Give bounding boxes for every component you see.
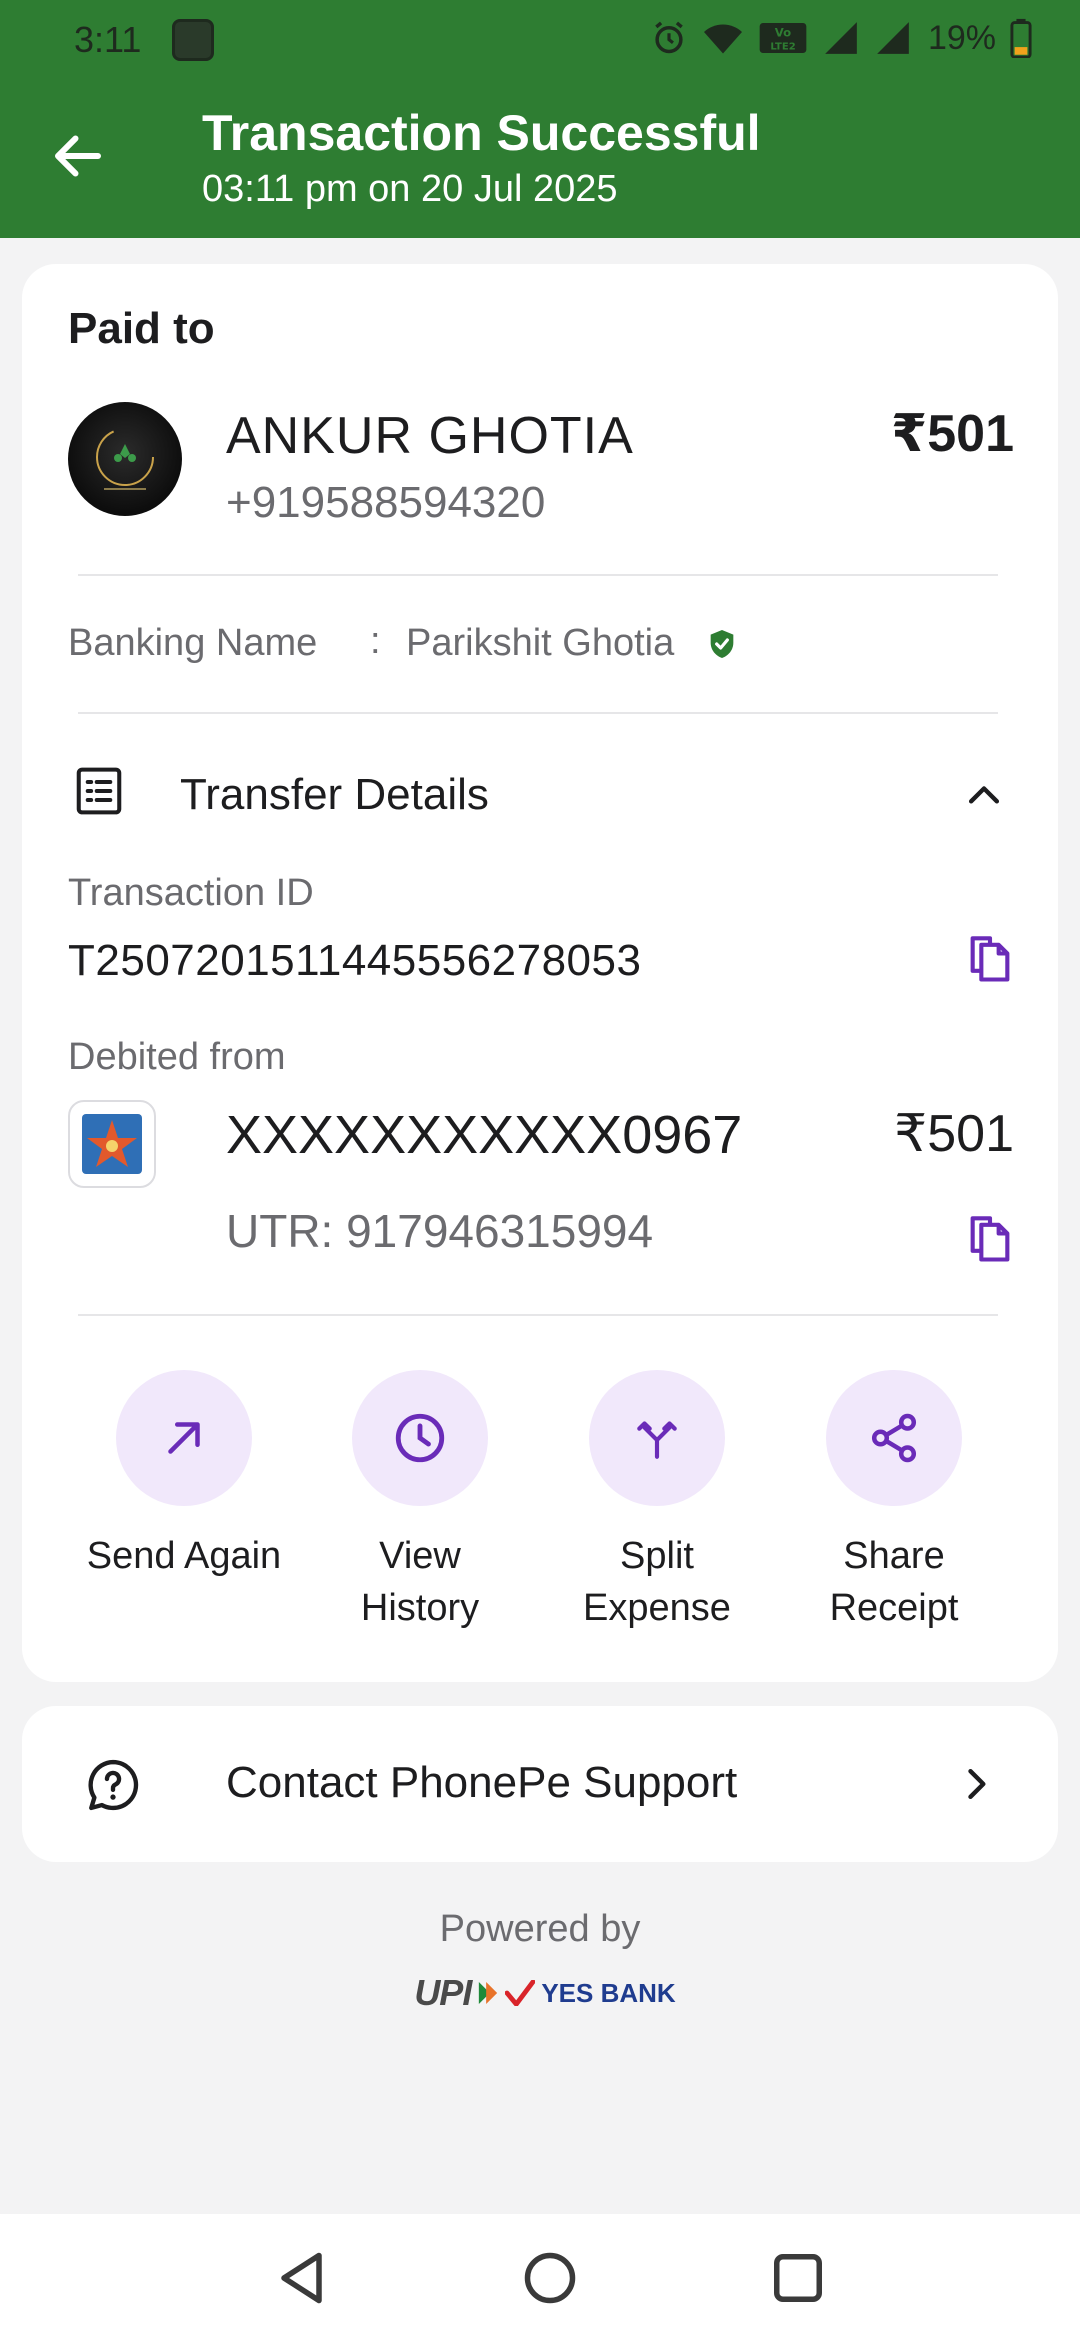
chevron-right-icon (968, 1768, 986, 1800)
view-history-label: View History (360, 1535, 480, 1629)
recents-square-icon[interactable] (768, 2248, 828, 2308)
status-bar: 3:11 Vo LTE2 19% (0, 0, 1080, 80)
paid-to-heading: Paid to (68, 304, 215, 353)
header: 3:11 Vo LTE2 19% Transaction Successful 0… (0, 0, 1080, 238)
clock-icon (395, 1413, 445, 1463)
verified-shield-icon (710, 630, 734, 658)
help-circle-icon (88, 1759, 139, 1811)
transaction-id-value: T2507201511445556278053 (68, 936, 642, 985)
yes-bank-logo: YES BANK (541, 1977, 676, 2008)
send-again-button[interactable]: Send Again (69, 1370, 299, 1582)
debit-amount: ₹501 (894, 1105, 1014, 1163)
share-icon (871, 1413, 917, 1463)
payee-phone: +919588594320 (226, 478, 546, 527)
paid-amount: ₹501 (891, 405, 1014, 463)
partner-logos: UPI YES BANK (410, 1970, 680, 2016)
transfer-details-title[interactable]: Transfer Details (180, 770, 489, 820)
transaction-card: Paid to ANKUR GHOTIA +919588594320 ₹501 … (22, 264, 1058, 1682)
copy-icon[interactable] (964, 1214, 1016, 1266)
contact-support-label: Contact PhonePe Support (226, 1758, 738, 1807)
arrow-up-right-icon (168, 1422, 200, 1454)
banking-name-separator: : (370, 620, 381, 662)
divider (78, 1314, 998, 1316)
wifi-icon (703, 24, 742, 54)
banking-name-value: Parikshit Ghotia (406, 622, 675, 664)
home-circle-icon[interactable] (520, 2248, 580, 2308)
send-again-label: Send Again (86, 1535, 282, 1577)
app-icon (172, 19, 214, 61)
share-receipt-label: Share Receipt (829, 1535, 959, 1629)
copy-icon[interactable] (964, 934, 1016, 986)
signal-icon (877, 22, 909, 54)
page-title: Transaction Successful (202, 105, 761, 161)
banking-name-label: Banking Name (68, 622, 318, 664)
share-receipt-button[interactable]: Share Receipt (779, 1370, 1009, 1634)
svg-text:LTE2: LTE2 (770, 42, 795, 53)
battery-icon (1010, 18, 1032, 58)
back-triangle-icon[interactable] (274, 2248, 334, 2308)
system-navigation-bar (0, 2214, 1080, 2340)
payee-name: ANKUR GHOTIA (226, 407, 634, 465)
bank-logo (68, 1100, 156, 1188)
transaction-id-label: Transaction ID (68, 872, 314, 914)
powered-by-label: Powered by (439, 1908, 641, 1950)
divider (78, 574, 998, 576)
divider (78, 712, 998, 714)
quick-actions: Send Again View History Split Expense Sh… (22, 1370, 1058, 1650)
status-time: 3:11 (74, 19, 142, 60)
transaction-timestamp: 03:11 pm on 20 Jul 2025 (202, 168, 618, 210)
avatar[interactable] (68, 402, 182, 516)
contact-support-button[interactable]: Contact PhonePe Support (22, 1706, 1058, 1862)
signal-icon (825, 22, 857, 54)
split-expense-button[interactable]: Split Expense (542, 1370, 772, 1634)
upi-arrow-icon (479, 1982, 498, 2004)
chevron-up-icon[interactable] (962, 772, 1006, 816)
view-history-button[interactable]: View History (305, 1370, 535, 1634)
battery-percent: 19% (927, 18, 996, 57)
debited-from-label: Debited from (68, 1036, 286, 1078)
volte-icon: Vo LTE2 (759, 23, 807, 53)
receipt-list-icon (76, 767, 122, 815)
alarm-icon (655, 21, 683, 54)
split-expense-label: Split Expense (583, 1535, 731, 1629)
account-number: XXXXXXXXXXX0967 (226, 1105, 743, 1165)
arrow-left-icon[interactable] (48, 126, 108, 186)
split-icon (637, 1421, 677, 1459)
utr-number: UTR: 917946315994 (226, 1205, 654, 1257)
checkmark-logo-icon (505, 1980, 536, 2006)
upi-logo: UPI (414, 1972, 472, 2013)
status-icons: Vo LTE2 19% (650, 18, 1032, 58)
svg-text:Vo: Vo (775, 25, 791, 39)
